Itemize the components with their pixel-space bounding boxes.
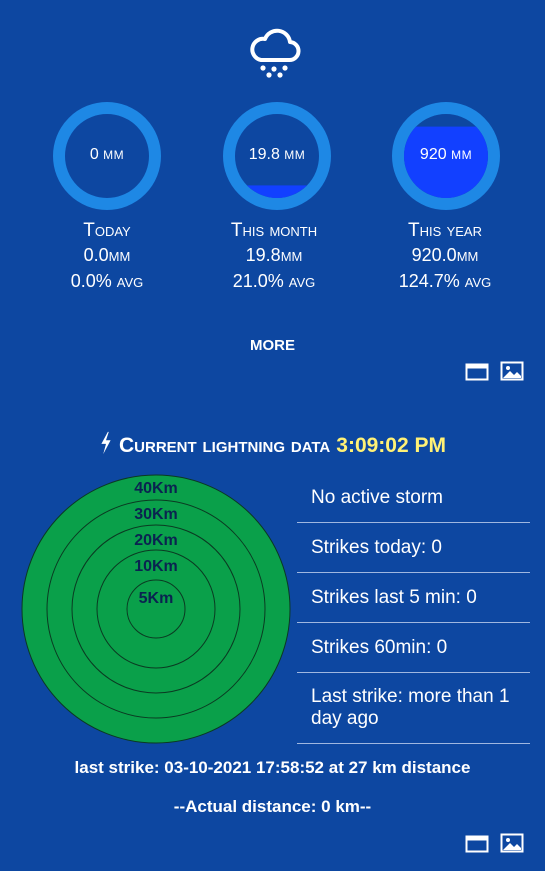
gauge-unit: mm: [451, 148, 473, 162]
info-row: No active storm: [297, 473, 530, 523]
stat-avg-label: avg: [288, 275, 316, 290]
lightning-title: Current lightning data: [119, 434, 331, 457]
gauge-value: 0: [89, 146, 99, 163]
rain-gauge-today: 0 mm: [52, 101, 162, 211]
rain-stat-year: This year 920.0mm 124.7% avg: [360, 219, 530, 295]
stat-amount: 920.0: [411, 245, 457, 265]
ring-label-30: 30Km: [134, 506, 178, 523]
lightning-bolt-icon: [101, 431, 111, 455]
stat-amount: 0.0: [83, 245, 109, 265]
stat-title: This year: [408, 220, 482, 241]
ring-label-5: 5Km: [139, 590, 174, 607]
last-strike-text: last strike: 03-10-2021 17:58:52 at 27 k…: [74, 758, 471, 777]
gauge-unit: mm: [103, 148, 125, 162]
rain-gauge-year: 920 mm: [391, 101, 501, 211]
ring-label-20: 20Km: [134, 532, 178, 549]
rain-stat-month: This month 19.8mm 21.0% avg: [189, 219, 359, 295]
gauge-value: 920: [419, 146, 447, 163]
window-icon[interactable]: [465, 834, 489, 854]
stat-amount-unit: mm: [456, 249, 479, 264]
info-row: Strikes last 5 min: 0: [297, 573, 530, 623]
rain-gauge-month: 19.8 mm: [222, 101, 332, 211]
stat-title: Today: [83, 220, 131, 241]
info-row: Strikes 60min: 0: [297, 623, 530, 673]
more-link[interactable]: MORE: [0, 337, 545, 354]
image-icon[interactable]: [500, 361, 524, 381]
ring-label-40: 40Km: [134, 480, 178, 497]
window-icon[interactable]: [465, 362, 489, 382]
rain-stat-today: Today 0.0mm 0.0% avg: [22, 219, 192, 295]
lightning-time: 3:09:02 PM: [336, 434, 446, 457]
gauge-value: 19.8: [248, 146, 280, 163]
ring-label-10: 10Km: [134, 558, 178, 575]
lightning-info-list: No active storm Strikes today: 0 Strikes…: [297, 473, 530, 744]
gauge-unit: mm: [284, 148, 306, 162]
info-row: Last strike: more than 1 day ago: [297, 673, 530, 744]
stat-avg: 21.0%: [232, 271, 284, 291]
image-icon[interactable]: [500, 833, 524, 853]
stat-amount-unit: mm: [280, 249, 303, 264]
info-row: Strikes today: 0: [297, 523, 530, 573]
actual-distance-text: --Actual distance: 0 km--: [173, 797, 372, 816]
stat-amount-unit: mm: [108, 249, 131, 264]
stat-avg-label: avg: [116, 275, 144, 290]
lightning-radar: 40Km 30Km 20Km 10Km 5Km: [20, 473, 292, 745]
stat-avg: 124.7%: [398, 271, 460, 291]
stat-title: This month: [230, 220, 318, 241]
stat-avg-label: avg: [464, 275, 492, 290]
cloud-rain-icon: [247, 26, 301, 80]
lightning-heading: Current lightning data 3:09:02 PM: [0, 431, 545, 458]
stat-avg: 0.0%: [70, 271, 112, 291]
stat-amount: 19.8: [245, 245, 281, 265]
